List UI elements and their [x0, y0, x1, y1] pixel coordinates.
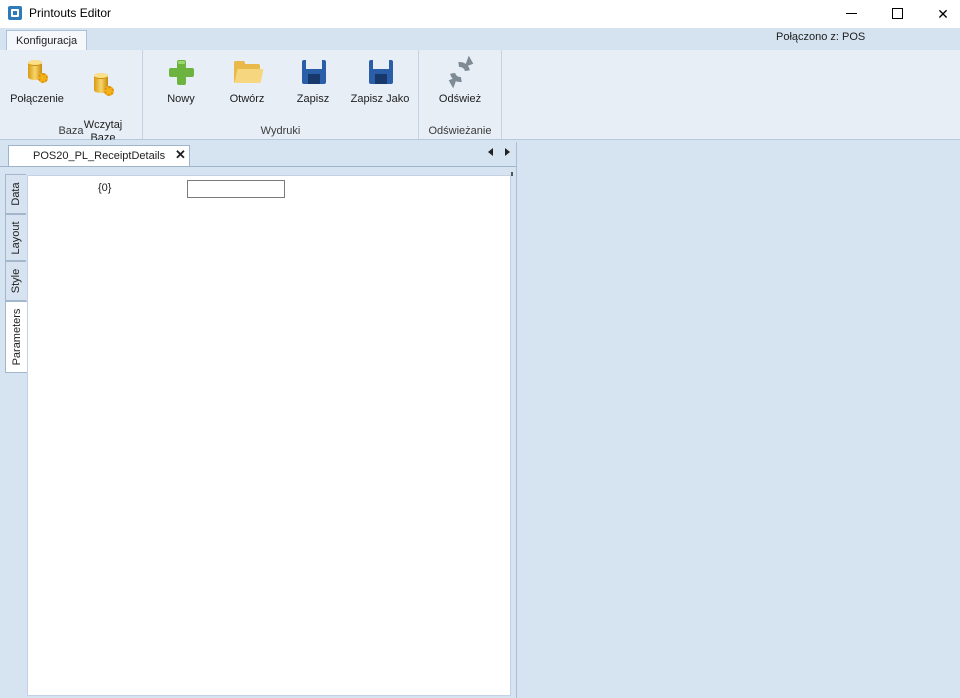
side-tab-layout-label: Layout: [10, 220, 22, 255]
save-as-icon: [366, 58, 394, 86]
tab-divider: [0, 166, 516, 167]
group-label-wydruki: Wydruki: [260, 125, 301, 137]
ribbon-tab-strip: Konfiguracja Połączono z: POS: [0, 28, 960, 51]
save-as-button[interactable]: Zapisz Jako: [347, 58, 413, 106]
save-button-label: Zapisz: [296, 93, 330, 105]
open-button[interactable]: Otwórz: [217, 58, 277, 106]
connection-status: Połączono z: POS: [776, 31, 866, 43]
scrollbar-marker[interactable]: [511, 172, 513, 176]
document-panel: POS20_PL_ReceiptDetails ✕ Data Layout St…: [0, 142, 517, 698]
ribbon-group-odswiezanie: Odśwież Odświeżanie: [419, 50, 502, 139]
document-tab[interactable]: POS20_PL_ReceiptDetails ✕: [8, 145, 190, 167]
new-button[interactable]: Nowy: [151, 58, 211, 106]
tab-scroll-right-icon[interactable]: [505, 148, 510, 156]
parameter-label: {0}: [98, 182, 112, 194]
folder-open-icon: [233, 58, 264, 86]
side-tab-style-label: Style: [10, 268, 22, 294]
side-tab-style[interactable]: Style: [5, 261, 26, 301]
window-title: Printouts Editor: [29, 6, 112, 20]
close-icon: ✕: [937, 6, 949, 22]
side-tab-layout[interactable]: Layout: [5, 214, 26, 261]
minimize-icon: [846, 13, 857, 14]
document-tab-label: POS20_PL_ReceiptDetails: [33, 150, 166, 162]
tab-konfiguracja[interactable]: Konfiguracja: [6, 30, 88, 51]
minimize-button[interactable]: [828, 0, 874, 28]
save-icon: [299, 58, 327, 86]
connection-button[interactable]: Połączenie: [6, 58, 68, 106]
tab-scroll-left-icon[interactable]: [488, 148, 493, 156]
connection-button-label: Połączenie: [10, 93, 64, 105]
side-tab-data[interactable]: Data: [5, 174, 26, 214]
group-label-baza: Baza: [58, 125, 84, 137]
ribbon-group-wydruki: Nowy Otwórz Zapisz Zapisz Jako Wydruki: [143, 50, 419, 139]
group-label-odswiezanie: Odświeżanie: [428, 125, 492, 137]
refresh-button[interactable]: Odśwież: [429, 55, 491, 106]
maximize-icon: [892, 8, 903, 19]
close-tab-icon[interactable]: ✕: [175, 147, 186, 163]
side-tab-parameters[interactable]: Parameters: [5, 301, 27, 373]
app-icon: [8, 6, 22, 20]
database-gear-icon: [89, 71, 117, 99]
save-button[interactable]: Zapisz: [283, 58, 343, 106]
database-gear-icon: [23, 58, 51, 86]
plus-icon: [167, 58, 195, 86]
side-tab-data-label: Data: [10, 182, 22, 206]
maximize-button[interactable]: [874, 0, 920, 28]
title-bar: Printouts Editor ✕: [0, 0, 960, 28]
ribbon: Połączenie Wczytaj Bazę Baza Nowy Otwórz…: [0, 50, 960, 144]
workspace: POS20_PL_ReceiptDetails ✕ Data Layout St…: [0, 140, 960, 698]
side-tabs: Data Layout Style Parameters: [5, 174, 27, 694]
ribbon-group-baza: Połączenie Wczytaj Bazę Baza: [0, 50, 143, 144]
side-tab-parameters-label: Parameters: [10, 308, 23, 366]
parameter-input[interactable]: [187, 180, 285, 198]
close-button[interactable]: ✕: [920, 0, 960, 28]
open-button-label: Otwórz: [229, 93, 265, 105]
parameters-panel: {0}: [27, 175, 511, 696]
refresh-button-label: Odśwież: [438, 93, 482, 105]
new-button-label: Nowy: [167, 93, 195, 105]
refresh-icon: [446, 55, 476, 89]
save-as-button-label: Zapisz Jako: [350, 93, 410, 105]
